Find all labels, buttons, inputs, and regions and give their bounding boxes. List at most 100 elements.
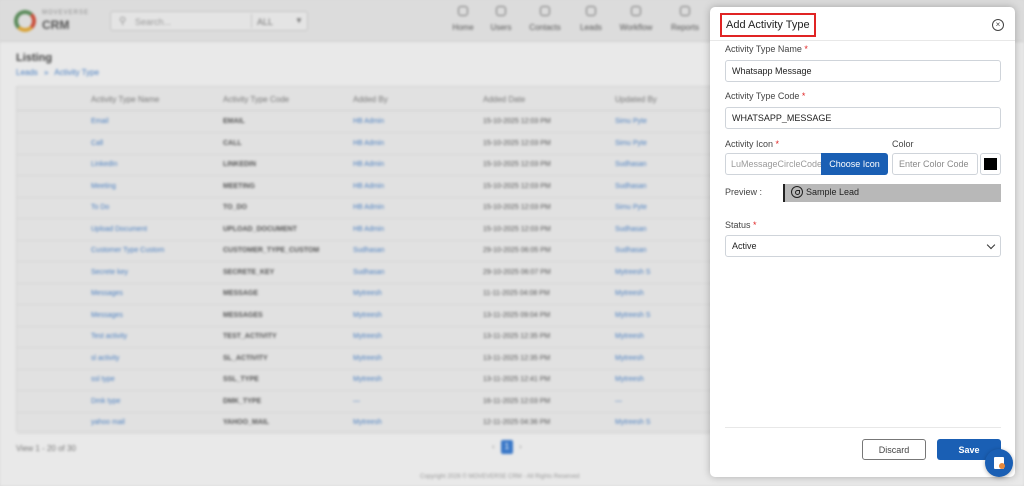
table-cell[interactable]: Simu Pyte [615,118,647,125]
table-cell[interactable]: Mytreesh [353,312,382,319]
table-cell: 15-10-2025 12:03 PM [483,182,551,190]
table-row[interactable]: Upload Document UPLOAD_DOCUMENT HB Admin 15… [17,219,717,241]
table-cell[interactable]: sl activity [91,355,119,362]
table-row[interactable]: Messages MESSAGE Mytreesh 11-11-2025 04:08 … [17,283,717,305]
table-cell[interactable]: HB Admin [353,183,384,190]
nav-contacts[interactable]: Contacts [526,6,564,32]
close-icon[interactable]: × [992,19,1004,31]
table-cell[interactable]: Sudhasan [353,269,385,276]
table-cell: YAHOO_MAIL [223,419,270,426]
column-header[interactable]: Added By [353,95,388,104]
table-cell[interactable]: Sudhasan [615,183,647,190]
nav-reports[interactable]: Reports [666,6,704,32]
table-cell[interactable]: ssl type [91,376,115,383]
breadcrumb: Leads » Activity Type [16,68,103,77]
table-cell[interactable]: Mytreesh [353,333,382,340]
activity-type-code-input[interactable] [725,107,1001,129]
table-cell[interactable]: Messages [91,290,123,297]
table-cell[interactable]: Messages [91,312,123,319]
table-row[interactable]: Secrete key SECRETE_KEY Sudhasan 29-10-2025… [17,262,717,284]
table-row[interactable]: Dmk type DMK_TYPE — 16-11-2025 12:03 PM — [17,391,717,413]
choose-icon-button[interactable]: Choose Icon [821,153,888,175]
activity-icon-field[interactable]: LuMessageCircleCode [725,153,821,175]
search-scope[interactable]: ALL [257,17,273,27]
column-header[interactable]: Activity Type Name [91,95,159,104]
table-row[interactable]: yahoo mail YAHOO_MAIL Mytreesh 12-11-2025 0… [17,412,717,434]
table-cell[interactable]: Sudhasan [615,226,647,233]
table-row[interactable]: Customer Type Custom CUSTOMER_TYPE_CUSTOM… [17,240,717,262]
table-row[interactable]: ssl type SSL_TYPE Mytreesh 13-11-2025 12:41… [17,369,717,391]
activity-type-name-input[interactable] [725,60,1001,82]
table-cell[interactable]: Sudhasan [353,247,385,254]
table-row[interactable]: Call CALL HB Admin 15-10-2025 12:03 PM Simu … [17,133,717,155]
breadcrumb-activity-type[interactable]: Activity Type [54,68,99,77]
table-cell[interactable]: Simu Pyte [615,204,647,211]
table-cell[interactable]: Sudhasan [615,247,647,254]
table-cell[interactable]: Mytreesh S [615,312,650,319]
color-swatch-fill [984,158,997,170]
label-text: Status [725,220,751,230]
table-cell[interactable]: Mytreesh [615,333,644,340]
table-cell[interactable]: Mytreesh [615,290,644,297]
table-cell[interactable]: Mytreesh [353,419,382,426]
table-cell[interactable]: HB Admin [353,204,384,211]
table-cell[interactable]: Mytreesh S [615,419,650,426]
next-page-icon[interactable]: › [519,442,522,451]
table-cell[interactable]: Sudhasan [615,161,647,168]
table-cell[interactable]: HB Admin [353,226,384,233]
activity-type-code-label: Activity Type Code * [725,91,805,101]
table-cell[interactable]: Test activity [91,333,127,340]
color-code-input[interactable] [892,153,978,175]
table-cell[interactable]: Secrete key [91,269,128,276]
table-cell[interactable]: Mytreesh [615,376,644,383]
table-cell[interactable]: Simu Pyte [615,140,647,147]
nav-leads[interactable]: Leads [572,6,610,32]
breadcrumb-leads[interactable]: Leads [16,68,38,77]
table-cell[interactable]: — [615,398,622,405]
table-row[interactable]: Test activity TEST_ACTIVITY Mytreesh 13-11-… [17,326,717,348]
table-row[interactable]: sl activity SL_ACTIVITY Mytreesh 13-11-2025… [17,348,717,370]
table-cell[interactable]: Upload Document [91,226,147,233]
table-cell: 13-11-2025 12:35 PM [483,333,551,340]
table-cell: 29-10-2025 06:05 PM [483,247,551,254]
table-row[interactable]: Meeting MEETING HB Admin 15-10-2025 12:03 P… [17,176,717,198]
table-cell[interactable]: Customer Type Custom [91,247,164,254]
table-cell[interactable]: To Do [91,204,109,211]
status-select[interactable]: Active [725,235,1001,257]
column-header[interactable]: Activity Type Code [223,95,289,104]
table-row[interactable]: Email EMAIL HB Admin 15-10-2025 12:03 PM Sim… [17,111,717,133]
page-number[interactable]: 1 [500,440,513,454]
nav-users[interactable]: Users [482,6,520,32]
table-cell[interactable]: HB Admin [353,118,384,125]
table-row[interactable]: Messages MESSAGES Mytreesh 13-11-2025 09:04… [17,305,717,327]
logo-icon [14,10,36,32]
table-cell[interactable]: HB Admin [353,140,384,147]
table-cell[interactable]: Dmk type [91,398,121,405]
table-cell[interactable]: Mytreesh [353,355,382,362]
table-cell[interactable]: Call [91,140,103,147]
prev-page-icon[interactable]: ‹ [492,442,495,451]
pagination: ‹ 1 › [492,440,522,454]
table-cell[interactable]: LinkedIn [91,161,117,168]
table-row[interactable]: To Do TO_DO HB Admin 15-10-2025 12:03 PM Sim… [17,197,717,219]
column-header[interactable]: Added Date [483,95,525,104]
nav-workflow[interactable]: Workflow [617,6,655,32]
discard-button[interactable]: Discard [862,439,926,460]
table-cell[interactable]: Meeting [91,183,116,190]
table-cell[interactable]: Mytreesh [615,355,644,362]
table-cell[interactable]: Mytreesh [353,290,382,297]
table-cell: TEST_ACTIVITY [223,333,277,340]
table-cell[interactable]: HB Admin [353,161,384,168]
table-cell[interactable]: Mytreesh [353,376,382,383]
color-swatch[interactable] [980,153,1001,175]
nav-home[interactable]: Home [444,6,482,32]
modal-title: Add Activity Type [726,19,810,31]
table-cell[interactable]: — [353,398,360,405]
table-cell[interactable]: Email [91,118,109,125]
table-row[interactable]: LinkedIn LINKEDIN HB Admin 15-10-2025 12:03… [17,154,717,176]
table-cell[interactable]: yahoo mail [91,419,125,426]
table-cell[interactable]: Mytreesh S [615,269,650,276]
column-header[interactable]: Updated By [615,95,657,104]
floating-action-button[interactable] [985,449,1013,477]
global-search[interactable]: ⚲ Search... ALL ▼ [110,11,308,31]
